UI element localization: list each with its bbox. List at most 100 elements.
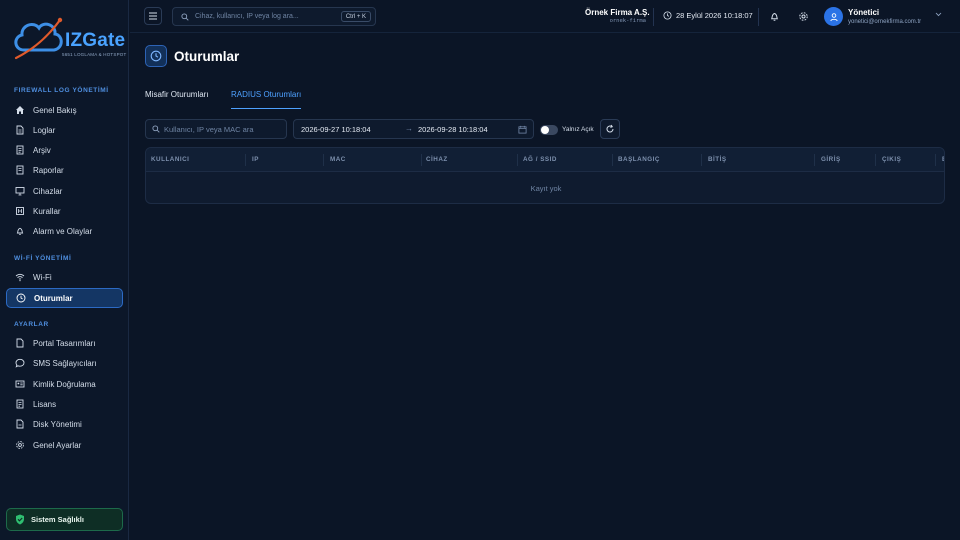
column-separator	[421, 154, 422, 166]
home-icon	[15, 105, 25, 115]
system-health-badge[interactable]: Sistem Sağlıklı	[6, 508, 123, 531]
page-title: Oturumlar	[174, 49, 240, 64]
clock-icon	[16, 293, 26, 303]
header-divider	[653, 8, 654, 26]
session-search-input[interactable]: Kullanıcı, IP veya MAC ara	[145, 119, 287, 139]
search-icon	[152, 125, 160, 133]
sidebar-item-raporlar[interactable]: Raporlar	[6, 160, 123, 180]
sidebar-item-label: Cihazlar	[33, 186, 63, 196]
hamburger-icon	[149, 12, 157, 20]
date-range-picker[interactable]: 2026-09-27 10:18:04 → 2026-09-28 10:18:0…	[293, 119, 534, 139]
sidebar-item-label: Raporlar	[33, 165, 64, 175]
search-placeholder: Cihaz, kullanıcı, IP veya log ara...	[195, 13, 299, 20]
sidebar-item-arsiv[interactable]: Arşiv	[6, 140, 123, 160]
chat-icon	[15, 358, 25, 368]
sidebar-item-lisans[interactable]: Lisans	[6, 394, 123, 414]
avatar[interactable]	[824, 7, 843, 26]
sidebar-item-sms[interactable]: SMS Sağlayıcıları	[6, 353, 123, 373]
user-icon	[829, 12, 838, 21]
sidebar-item-loglar[interactable]: Loglar	[6, 120, 123, 140]
shield-check-icon	[15, 514, 25, 525]
date-range-arrow: →	[405, 124, 413, 133]
app-root: IZGate 5651 LOGLAMA & HOTSPOT FIREWALL L…	[0, 0, 960, 540]
chevron-down-icon	[935, 12, 942, 17]
sidebar: IZGate 5651 LOGLAMA & HOTSPOT FIREWALL L…	[0, 0, 129, 540]
company-name: Örnek Firma A.Ş.	[585, 8, 650, 17]
monitor-icon	[15, 186, 25, 196]
col-header-mac[interactable]: MAC	[330, 156, 346, 163]
cloud-logo-icon	[14, 17, 63, 60]
header-divider	[758, 8, 759, 26]
col-header-start[interactable]: BAŞLANGIÇ	[618, 156, 660, 163]
tab-guest-sessions[interactable]: Misafir Oturumları	[145, 90, 209, 108]
col-header-b[interactable]: B	[942, 156, 944, 163]
calendar-icon[interactable]	[518, 125, 527, 134]
column-separator	[245, 154, 246, 166]
bell-icon	[15, 226, 25, 236]
license-icon	[15, 399, 25, 409]
sidebar-item-wifi[interactable]: Wi-Fi	[6, 267, 123, 287]
company-code: ornek-firma	[609, 18, 646, 24]
company-info: Örnek Firma A.Ş. ornek-firma	[585, 8, 650, 24]
col-header-out[interactable]: ÇIKIŞ	[882, 156, 901, 163]
sidebar-item-genel-bakis[interactable]: Genel Bakış	[6, 100, 123, 120]
date-start[interactable]: 2026-09-27 10:18:04	[301, 125, 371, 134]
gear-icon	[15, 440, 25, 450]
search-icon	[181, 12, 189, 21]
bell-icon	[770, 12, 778, 21]
sidebar-item-label: Oturumlar	[34, 293, 73, 303]
section-title-firewall: FIREWALL LOG YÖNETİMİ	[14, 87, 109, 94]
logo[interactable]: IZGate 5651 LOGLAMA & HOTSPOT	[10, 10, 126, 70]
sidebar-item-genel-ayarlar[interactable]: Genel Ayarlar	[6, 435, 123, 455]
user-menu-toggle[interactable]	[935, 12, 942, 17]
sidebar-item-label: Portal Tasarımları	[33, 338, 96, 348]
col-header-in[interactable]: GİRİŞ	[821, 156, 841, 163]
sidebar-item-oturumlar[interactable]: Oturumlar	[6, 288, 123, 308]
header-datetime: 28 Eylül 2026 10:18:07	[663, 11, 753, 20]
column-separator	[935, 154, 936, 166]
sidebar-item-label: Loglar	[33, 125, 56, 135]
sidebar-item-label: Wi-Fi	[33, 272, 52, 282]
system-health-label: Sistem Sağlıklı	[31, 515, 84, 524]
only-active-toggle[interactable]	[540, 125, 558, 135]
page-icon	[15, 338, 25, 348]
col-header-end[interactable]: BİTİŞ	[708, 156, 727, 163]
global-search-input[interactable]: Cihaz, kullanıcı, IP veya log ara... Ctr…	[172, 7, 376, 26]
sessions-table: KULLANICI IP MAC CİHAZ AĞ / SSID BAŞLANG…	[145, 147, 945, 204]
brand-tagline: 5651 LOGLAMA & HOTSPOT	[62, 52, 127, 57]
user-name: Yönetici	[848, 8, 880, 17]
rules-icon	[15, 206, 25, 216]
column-separator	[612, 154, 613, 166]
user-info[interactable]: Yönetici yonetici@ornekfirma.com.tr	[848, 8, 921, 25]
clock-icon	[150, 50, 162, 62]
refresh-button[interactable]	[600, 119, 620, 139]
wifi-icon	[15, 272, 25, 282]
menu-toggle-button[interactable]	[144, 7, 162, 25]
section-title-ayarlar: AYARLAR	[14, 321, 49, 328]
session-search-placeholder: Kullanıcı, IP veya MAC ara	[164, 124, 254, 134]
col-header-device[interactable]: CİHAZ	[426, 156, 448, 163]
sidebar-item-kurallar[interactable]: Kurallar	[6, 201, 123, 221]
sidebar-item-label: Arşiv	[33, 145, 51, 155]
archive-icon	[15, 145, 25, 155]
top-header: Cihaz, kullanıcı, IP veya log ara... Ctr…	[130, 0, 960, 33]
section-title-wifi: Wİ-Fİ YÖNETİMİ	[14, 255, 72, 262]
disk-icon	[15, 419, 25, 429]
tab-radius-sessions[interactable]: RADIUS Oturumları	[231, 90, 302, 109]
column-separator	[323, 154, 324, 166]
col-header-ssid[interactable]: AĞ / SSID	[523, 156, 557, 163]
only-active-label: Yalnız Açık	[562, 126, 594, 133]
col-header-ip[interactable]: IP	[252, 156, 259, 163]
notifications-button[interactable]	[768, 10, 780, 22]
gear-icon	[798, 11, 808, 21]
col-header-user[interactable]: KULLANICI	[151, 156, 189, 163]
sidebar-item-kimlik[interactable]: Kimlik Doğrulama	[6, 374, 123, 394]
sidebar-item-cihazlar[interactable]: Cihazlar	[6, 181, 123, 201]
sidebar-item-alarm[interactable]: Alarm ve Olaylar	[6, 221, 123, 241]
sidebar-item-disk[interactable]: Disk Yönetimi	[6, 414, 123, 434]
date-end[interactable]: 2026-09-28 10:18:04	[418, 125, 488, 134]
clock-icon	[663, 11, 672, 20]
sidebar-item-portal[interactable]: Portal Tasarımları	[6, 333, 123, 353]
settings-button[interactable]	[797, 10, 809, 22]
sidebar-item-label: Alarm ve Olaylar	[33, 226, 93, 236]
